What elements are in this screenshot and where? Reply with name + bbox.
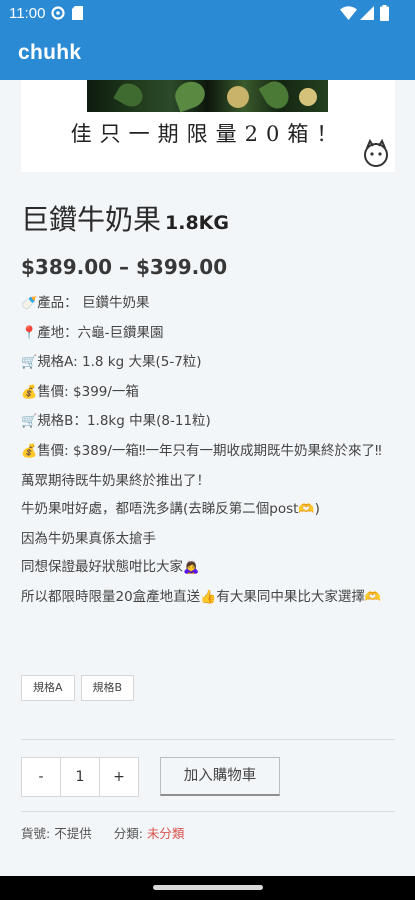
variant-button-b[interactable]: 規格B [80,675,135,701]
description-line: 💰售價: $399/一箱 [21,378,401,408]
banner-photo [87,80,328,114]
status-time: 11:00 [9,5,46,22]
wifi-icon [340,6,357,20]
bowing-woman-icon: 🙇‍♀️ [183,560,200,576]
heart-hands-icon: 🫶 [364,589,382,605]
status-bar: 11:00 [0,0,415,28]
price-range: $389.00 – $399.00 [21,255,228,279]
quantity-increase-button[interactable]: + [100,758,138,796]
navigation-bar [0,876,415,900]
app-title: chuhk [18,41,82,64]
description-line: 牛奶果咁好處，都唔洗多講(去睇反第二個post🫶) [21,495,401,525]
description-line: 因為牛奶果真係太搶手 [21,530,156,547]
add-to-cart-button[interactable]: 加入購物車 [160,757,280,796]
product-title: 巨鑽牛奶果 1.8KG [21,198,229,238]
sku-value: 不提供 [54,826,92,841]
quantity-decrease-button[interactable]: - [22,758,60,796]
sku-label: 貨號: [21,826,51,841]
description-line: 萬眾期待既牛奶果終於推出了！ [21,472,210,489]
thumbs-up-icon: 👍 [200,589,217,605]
product-description: 🍼產品： 巨鑽牛奶果 📍產地：六龜-巨鑽果園 🛒規格A: 1.8 kg 大果(5… [21,289,401,613]
signal-icon [360,6,374,20]
variant-selector: 規格A 規格B [21,675,140,701]
pin-icon: 📍 [21,325,38,341]
variant-button-a[interactable]: 規格A [21,675,75,701]
heart-hands-icon: 🫶 [298,502,315,518]
category-label: 分類: [113,826,143,841]
divider [21,739,395,740]
baby-bottle-icon: 🍼 [21,296,38,311]
description-line: 📍產地：六龜-巨鑽果園 [21,319,401,349]
product-banner-image: 佳只一期限量20箱！ [21,80,395,172]
money-bag-icon: 💰 [21,443,38,459]
description-line: 同想保證最好狀態咁比大家🙇‍♀️ [21,553,401,583]
banner-slogan: 佳只一期限量20箱！ [70,122,346,146]
description-line: 所以都限時限量20盒產地直送👍有大果同中果比大家選擇🫶 [21,583,401,613]
cart-icon: 🛒 [21,355,38,371]
category-link[interactable]: 未分類 [147,826,185,841]
money-bag-icon: 💰 [21,384,38,400]
gear-icon [51,6,65,20]
cart-icon: 🛒 [21,414,38,430]
quantity-input[interactable]: 1 [60,758,100,796]
cat-doodle-icon [364,138,388,167]
divider [21,811,395,812]
quantity-stepper: - 1 + [21,757,139,797]
description-line: 💰售價: $389/一箱‼一年只有一期收成期既牛奶果終於來了‼ [21,437,401,467]
sim-card-icon [72,6,83,20]
product-page[interactable]: 佳只一期限量20箱！ 巨鑽牛奶果 1.8KG $389.00 – $399.00 … [0,80,415,876]
product-name: 巨鑽牛奶果 [21,203,162,236]
description-line: 🛒規格B：1.8kg 中果(8-11粒) [21,407,401,437]
battery-icon [380,5,389,21]
description-line: 🍼產品： 巨鑽牛奶果 [21,289,401,319]
product-meta: 貨號: 不提供 分類: 未分類 [21,823,184,842]
app-bar: chuhk [0,28,415,80]
description-line: 🛒規格A: 1.8 kg 大果(5-7粒) [21,348,401,378]
product-weight: 1.8KG [165,212,229,234]
home-gesture-handle[interactable] [153,885,263,890]
